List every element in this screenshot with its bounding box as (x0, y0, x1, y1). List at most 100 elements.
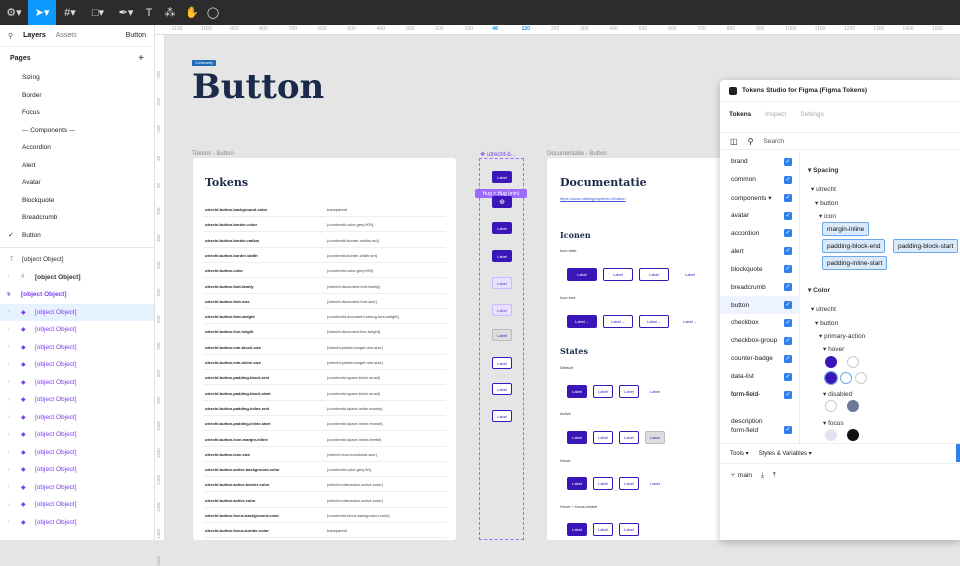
tools-menu[interactable]: Tools ▾ (730, 450, 749, 457)
comment-tool-icon[interactable]: ◯ (202, 0, 224, 25)
checkbox-icon[interactable]: ✓ (784, 247, 792, 256)
example-button[interactable]: Label → (567, 315, 597, 328)
doc-link[interactable]: https://www.nldesignsystem.nl/button (560, 196, 626, 201)
tokens-frame-label[interactable]: Tokens - Button (192, 151, 234, 157)
variant-button[interactable]: Label (492, 410, 512, 422)
checkbox-icon[interactable]: ✓ (784, 175, 792, 184)
example-button[interactable]: Label (603, 268, 633, 281)
layer-item[interactable]: T [object Object] (0, 251, 154, 269)
layer-item[interactable]: › ◆ [object Object] (0, 409, 154, 427)
token-set-item[interactable]: avatar ✓ (720, 207, 800, 225)
shape-tool-icon[interactable]: □▾ (84, 0, 112, 25)
example-button[interactable]: Label (619, 385, 639, 398)
hover-group[interactable]: ▾ hover (823, 345, 844, 353)
page-item[interactable]: Border (0, 87, 154, 105)
checkbox-icon[interactable]: ✓ (784, 372, 792, 381)
token-set-item[interactable]: alert ✓ (720, 243, 800, 261)
expand-arrow-icon[interactable]: › (8, 309, 10, 315)
page-item[interactable]: --- Components --- (0, 122, 154, 140)
page-item[interactable]: Focus (0, 104, 154, 122)
checkbox-icon[interactable]: ✓ (784, 301, 792, 310)
example-button[interactable]: Label (593, 431, 613, 444)
tokens-card[interactable]: Tokens utrecht.button.background-color tr… (193, 158, 456, 540)
layer-item[interactable]: › ◆ [object Object] (0, 479, 154, 497)
page-item[interactable]: Avatar (0, 174, 154, 192)
color-swatch[interactable] (840, 372, 852, 384)
example-button[interactable]: Label (567, 431, 587, 444)
icon-group[interactable]: ▾ icon (819, 212, 836, 220)
figma-menu-icon[interactable]: ⚙▾ (0, 0, 28, 25)
token-pill[interactable]: padding-block-start (893, 239, 959, 253)
example-button[interactable]: Label (567, 268, 597, 281)
example-button[interactable]: Label → (675, 315, 705, 328)
layer-item[interactable]: › ◆ [object Object] (0, 303, 154, 321)
apply-button[interactable] (956, 444, 960, 462)
checkbox-icon[interactable]: ✓ (784, 211, 792, 220)
token-set-item[interactable]: common ✓ (720, 171, 800, 189)
checkbox-icon[interactable]: ✓ (784, 354, 792, 363)
example-button[interactable]: Label (619, 477, 639, 490)
token-set-item[interactable]: brand ✓ (720, 153, 800, 171)
token-set-item[interactable]: form-field ✓ (720, 422, 800, 440)
checkbox-icon[interactable]: ✓ (784, 157, 792, 166)
color-swatch[interactable] (825, 356, 837, 368)
token-set-item[interactable]: accordion ✓ (720, 225, 800, 243)
add-page-icon[interactable]: + (138, 53, 144, 64)
variant-button[interactable]: ⊕ (492, 196, 512, 208)
token-pill[interactable]: margin-inline (822, 222, 870, 236)
layer-item[interactable]: › ◆ [object Object] (0, 339, 154, 357)
color-swatch[interactable] (847, 429, 859, 441)
example-button[interactable]: Label (645, 385, 665, 398)
example-button[interactable]: Label (567, 523, 587, 536)
example-button[interactable]: Label (593, 477, 613, 490)
checkbox-icon[interactable]: ✓ (784, 193, 792, 202)
variant-button[interactable]: Label (492, 171, 512, 183)
variant-button[interactable]: Label (492, 329, 512, 341)
variant-button[interactable]: Label (492, 222, 512, 234)
layer-item[interactable]: › ◆ [object Object] (0, 391, 154, 409)
token-pill[interactable]: padding-inline-start (822, 256, 888, 270)
color-swatch[interactable] (825, 429, 837, 441)
expand-arrow-icon[interactable]: › (8, 484, 10, 490)
tab-assets[interactable]: Assets (56, 32, 77, 39)
checkbox-icon[interactable]: ✓ (784, 229, 792, 238)
variant-button[interactable]: Label (492, 357, 512, 369)
branch-name[interactable]: main (738, 472, 752, 479)
expand-arrow-icon[interactable]: › (8, 414, 10, 420)
search-icon[interactable]: ⚲ (8, 32, 13, 40)
checkbox-icon[interactable]: ✓ (784, 265, 792, 274)
color-swatch[interactable] (855, 372, 867, 384)
tab-tokens[interactable]: Tokens (729, 111, 751, 118)
layer-item[interactable]: › # [object Object] (0, 269, 154, 287)
tab-layers[interactable]: Layers (23, 32, 46, 39)
hand-tool-icon[interactable]: ✋ (182, 0, 202, 25)
pen-tool-icon[interactable]: ✒▾ (112, 0, 140, 25)
color-group[interactable]: ▾ Color (808, 286, 830, 294)
utrecht-color-group[interactable]: ▾ utrecht (811, 305, 836, 313)
button-group[interactable]: ▾ button (815, 199, 838, 207)
pull-icon[interactable]: ⤓ (761, 472, 764, 480)
example-button[interactable]: Label (645, 431, 665, 444)
page-item[interactable]: Sizing (0, 69, 154, 87)
layer-item[interactable]: ▾ ⁜ [object Object] (0, 286, 154, 304)
color-swatch[interactable] (847, 356, 859, 368)
page-item[interactable]: Blockquote (0, 192, 154, 210)
button-color-group[interactable]: ▾ button (815, 319, 838, 327)
tab-inspect[interactable]: Inspect (765, 111, 786, 118)
token-set-item[interactable]: data-list ✓ (720, 368, 800, 386)
variant-button[interactable]: Label (492, 277, 512, 289)
component-frame-label[interactable]: ❖ utrecht-b... (480, 151, 516, 158)
layer-item[interactable]: › ◆ [object Object] (0, 461, 154, 479)
example-button[interactable]: Label → (639, 315, 669, 328)
token-set-item[interactable]: counter-badge ✓ (720, 350, 800, 368)
layer-item[interactable]: › ◆ [object Object] (0, 426, 154, 444)
resources-icon[interactable]: ⁂ (158, 0, 182, 25)
primary-action-group[interactable]: ▾ primary-action (819, 332, 865, 340)
variant-button[interactable]: Label (492, 304, 512, 316)
example-button[interactable]: Label (619, 431, 639, 444)
frame-tool-icon[interactable]: #▾ (56, 0, 84, 25)
layer-item[interactable]: › ◆ [object Object] (0, 496, 154, 514)
expand-arrow-icon[interactable]: › (8, 379, 10, 385)
tab-settings[interactable]: Settings (800, 111, 824, 118)
example-button[interactable]: Label (619, 523, 639, 536)
